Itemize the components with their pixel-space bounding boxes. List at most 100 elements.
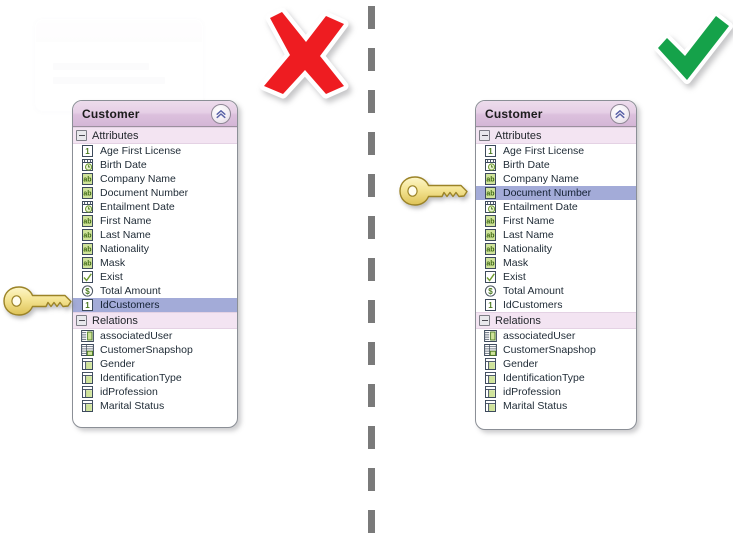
relation-table-icon <box>484 372 497 384</box>
list-item[interactable]: CustomerSnapshop <box>476 343 636 357</box>
list-item[interactable]: IdentificationType <box>73 371 237 385</box>
list-item[interactable]: Exist <box>73 270 237 284</box>
list-item[interactable]: ab First Name <box>476 214 636 228</box>
text-icon: ab <box>484 229 497 241</box>
minus-box-icon[interactable] <box>76 315 87 326</box>
list-item-selected[interactable]: 1 IdCustomers <box>73 298 237 312</box>
boolean-icon <box>82 271 93 283</box>
list-item-label: Entailment Date <box>100 201 175 213</box>
collapse-button[interactable] <box>610 104 630 124</box>
list-item-label: IdentificationType <box>100 372 182 384</box>
section-header-relations[interactable]: Relations <box>476 312 636 329</box>
list-item-label: Age First License <box>503 145 585 157</box>
list-item[interactable]: ab Nationality <box>476 242 636 256</box>
list-item[interactable]: Birth Date <box>476 158 636 172</box>
minus-box-icon[interactable] <box>76 130 87 141</box>
list-item-label: Marital Status <box>100 400 165 412</box>
list-item[interactable]: idProfession <box>476 385 636 399</box>
minus-box-icon[interactable] <box>479 315 490 326</box>
list-item[interactable]: associatedUser <box>476 329 636 343</box>
currency-icon: $ <box>484 285 497 297</box>
divider-dash <box>368 174 375 197</box>
list-item-label: Age First License <box>100 145 182 157</box>
integer-icon: 1 <box>484 145 497 157</box>
list-item[interactable]: ab Last Name <box>476 228 636 242</box>
text-icon: ab <box>484 173 497 185</box>
list-item-label: Last Name <box>503 229 554 241</box>
text-icon: ab <box>485 257 496 269</box>
text-icon: ab <box>485 215 496 227</box>
list-item[interactable]: ab Mask <box>476 256 636 270</box>
minus-box-icon[interactable] <box>479 130 490 141</box>
divider-dash <box>368 468 375 491</box>
ghost-panel-background <box>34 18 204 112</box>
list-item[interactable]: 1 Age First License <box>73 144 237 158</box>
list-item-label: associatedUser <box>100 330 173 342</box>
list-item[interactable]: Gender <box>73 357 237 371</box>
list-item[interactable]: 1 IdCustomers <box>476 298 636 312</box>
section-header-relations[interactable]: Relations <box>73 312 237 329</box>
list-item[interactable]: ab Document Number <box>73 186 237 200</box>
list-item[interactable]: $ Total Amount <box>476 284 636 298</box>
section-header-attributes[interactable]: Attributes <box>476 127 636 144</box>
currency-icon: $ <box>81 285 94 297</box>
list-item[interactable]: ab Mask <box>73 256 237 270</box>
relation-table-icon <box>82 400 93 412</box>
list-item[interactable]: ab Last Name <box>73 228 237 242</box>
list-item[interactable]: ab Company Name <box>73 172 237 186</box>
integer-icon: 1 <box>485 299 496 311</box>
svg-text:1: 1 <box>85 301 90 310</box>
entity-panel-right[interactable]: Customer Attributes 1 Age First License Birt… <box>475 100 637 430</box>
list-item-label: Total Amount <box>100 285 161 297</box>
text-icon: ab <box>485 187 496 199</box>
collapse-button[interactable] <box>211 104 231 124</box>
relation-table-icon <box>82 358 93 370</box>
section-label: Attributes <box>92 129 139 142</box>
list-item[interactable]: associatedUser <box>73 329 237 343</box>
list-item[interactable]: Gender <box>476 357 636 371</box>
list-item-label: Company Name <box>100 173 176 185</box>
list-item[interactable]: $ Total Amount <box>73 284 237 298</box>
svg-text:$: $ <box>488 287 493 296</box>
list-item-selected[interactable]: ab Document Number <box>476 186 636 200</box>
list-item[interactable]: 1 Age First License <box>476 144 636 158</box>
panel-header[interactable]: Customer <box>73 101 237 127</box>
text-icon: ab <box>484 187 497 199</box>
list-item[interactable]: ab Nationality <box>73 242 237 256</box>
list-item[interactable]: ab First Name <box>73 214 237 228</box>
entity-panel-left[interactable]: Customer Attributes 1 Age First License Birt… <box>72 100 238 428</box>
list-item[interactable]: ab Company Name <box>476 172 636 186</box>
integer-icon: 1 <box>484 299 497 311</box>
list-item[interactable]: CustomerSnapshop <box>73 343 237 357</box>
list-item-label: Nationality <box>100 243 150 255</box>
list-item[interactable]: Marital Status <box>476 399 636 413</box>
relation-table-icon <box>81 400 94 412</box>
list-item-label: IdentificationType <box>503 372 585 384</box>
text-icon: ab <box>82 173 93 185</box>
section-header-attributes[interactable]: Attributes <box>73 127 237 144</box>
ghost-line <box>53 77 165 84</box>
panel-header[interactable]: Customer <box>476 101 636 127</box>
list-item[interactable]: IdentificationType <box>476 371 636 385</box>
list-item-label: associatedUser <box>503 330 576 342</box>
svg-text:ab: ab <box>486 219 494 226</box>
key-icon <box>3 286 72 316</box>
svg-text:ab: ab <box>486 247 494 254</box>
relation-many-icon <box>484 344 497 356</box>
list-item[interactable]: Marital Status <box>73 399 237 413</box>
key-pointer-left <box>2 282 74 322</box>
list-item[interactable]: Entailment Date <box>476 200 636 214</box>
text-icon: ab <box>82 257 93 269</box>
check-mark-icon <box>654 10 733 90</box>
text-icon: ab <box>485 173 496 185</box>
divider-dash <box>368 90 375 113</box>
svg-text:ab: ab <box>83 233 91 240</box>
list-item[interactable]: Exist <box>476 270 636 284</box>
text-icon: ab <box>81 257 94 269</box>
divider-dash <box>368 342 375 365</box>
relation-table-icon <box>484 386 497 398</box>
list-item[interactable]: Birth Date <box>73 158 237 172</box>
list-item[interactable]: Entailment Date <box>73 200 237 214</box>
list-item[interactable]: idProfession <box>73 385 237 399</box>
boolean-icon <box>484 271 497 283</box>
